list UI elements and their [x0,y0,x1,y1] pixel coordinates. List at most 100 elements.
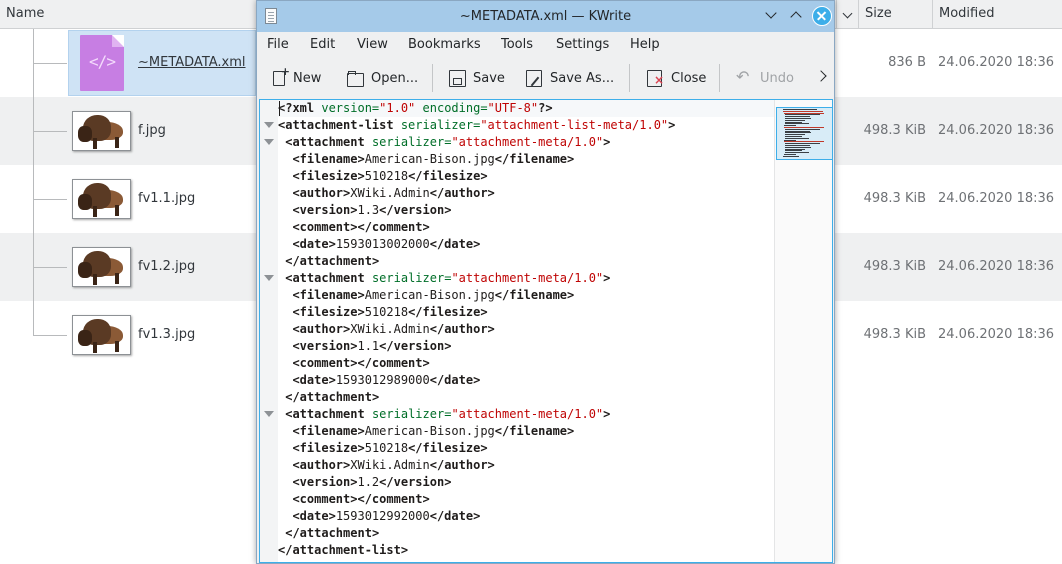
code-line[interactable]: </attachment> [278,253,379,270]
file-size: 498.3 KiB [863,259,926,274]
fold-arrow-icon[interactable] [264,122,274,128]
chevron-down-icon [842,8,853,19]
code-line[interactable]: <filename>American-Bison.jpg</filename> [278,423,574,440]
text-document-icon[interactable] [265,8,277,24]
code-line[interactable]: <filename>American-Bison.jpg</filename> [278,151,574,168]
menu-settings[interactable]: Settings [556,37,609,52]
code-line[interactable]: <attachment serializer="attachment-meta/… [278,134,610,151]
fold-arrow-icon[interactable] [264,411,274,417]
column-header-modified[interactable]: Modified [932,0,1062,28]
file-name[interactable]: fv1.3.jpg [138,327,195,342]
code-line[interactable]: <comment></comment> [278,491,429,508]
toolbar-separator [629,64,630,92]
open-button[interactable]: Open... [347,67,418,89]
bison-thumbnail[interactable] [72,111,131,151]
new-button[interactable]: New [273,65,322,89]
menu-bookmarks[interactable]: Bookmarks [408,37,481,52]
code-line[interactable]: <comment></comment> [278,355,429,372]
tree-line [33,29,34,335]
new-button-label: New [293,70,322,86]
tree-branch [33,131,67,132]
code-line[interactable]: <attachment serializer="attachment-meta/… [278,406,610,423]
close-document-button[interactable]: Close [647,67,706,89]
bison-thumbnail[interactable] [72,315,131,355]
minimize-button[interactable] [763,7,781,25]
menu-view[interactable]: View [357,37,388,52]
toolbar-separator [432,64,433,92]
window-title: ~METADATA.xml — KWrite [459,9,632,24]
main-toolbar: New Open... Save Save As... Close Undo [257,58,834,98]
file-name[interactable]: fv1.1.jpg [138,191,195,206]
code-line[interactable]: <date>1593012992000</date> [278,508,480,525]
code-line[interactable]: <filesize>510218</filesize> [278,168,487,185]
code-line[interactable]: <author>XWiki.Admin</author> [278,185,494,202]
file-modified: 24.06.2020 18:36 [938,191,1055,206]
new-document-icon [273,65,290,86]
save-icon [449,70,466,87]
code-line[interactable]: <comment></comment> [278,219,429,236]
text-editor[interactable]: <?xml version="1.0" encoding="UTF-8"?> <a… [259,99,833,563]
maximize-button[interactable] [788,7,806,25]
minimap-scrollbar[interactable] [774,100,832,562]
code-line[interactable]: <filename>American-Bison.jpg</filename> [278,287,574,304]
code-line[interactable]: </attachment-list> [278,542,408,559]
menu-tools[interactable]: Tools [501,37,533,52]
save-as-button-label: Save As... [550,70,615,86]
file-modified: 24.06.2020 18:36 [938,123,1055,138]
text-cursor [279,101,280,116]
undo-icon [736,67,752,86]
folding-gutter [260,100,278,562]
code-line[interactable]: </attachment> [278,389,379,406]
bison-thumbnail[interactable] [72,247,131,287]
fold-arrow-icon[interactable] [264,139,274,145]
undo-button[interactable]: Undo [736,67,794,89]
undo-button-label: Undo [760,70,794,86]
code-line[interactable]: <version>1.2</version> [278,474,451,491]
code-line[interactable]: <?xml version="1.0" encoding="UTF-8"?> [278,100,775,117]
file-modified: 24.06.2020 18:36 [938,327,1055,342]
code-line[interactable]: <version>1.3</version> [278,202,451,219]
code-line[interactable]: <attachment-list serializer="attachment-… [278,117,675,134]
menu-help[interactable]: Help [630,37,660,52]
code-line[interactable]: <version>1.1</version> [278,338,451,355]
file-name[interactable]: f.jpg [138,123,166,138]
menu-edit[interactable]: Edit [310,37,335,52]
column-header-size[interactable]: Size [858,0,932,28]
title-bar[interactable]: ~METADATA.xml — KWrite [257,1,834,32]
tree-branch [33,199,67,200]
code-line[interactable]: <date>1593012989000</date> [278,372,480,389]
close-button-label: Close [671,70,707,86]
bison-thumbnail[interactable] [72,179,131,219]
file-size: 498.3 KiB [863,191,926,206]
save-button-label: Save [473,70,505,86]
toolbar-overflow-chevron-icon[interactable] [815,70,827,82]
tree-branch [33,335,67,336]
kwrite-window: ~METADATA.xml — KWrite File Edit View Bo… [256,0,835,564]
code-line[interactable]: <filesize>510218</filesize> [278,304,487,321]
save-button[interactable]: Save [449,67,505,89]
xml-file-icon[interactable]: </> [80,35,124,91]
code-line[interactable]: <author>XWiki.Admin</author> [278,321,494,338]
file-name[interactable]: ~METADATA.xml [138,55,246,70]
menu-file[interactable]: File [267,37,289,52]
file-size: 498.3 KiB [863,123,926,138]
file-name[interactable]: fv1.2.jpg [138,259,195,274]
code-line[interactable]: <filesize>510218</filesize> [278,440,487,457]
folder-open-icon [347,70,364,87]
column-header-name[interactable]: Name [0,0,256,28]
code-line[interactable]: <attachment serializer="attachment-meta/… [278,270,610,287]
code-line[interactable]: </attachment> [278,525,379,542]
close-window-button[interactable] [812,6,832,26]
code-line[interactable]: <date>1593013002000</date> [278,236,480,253]
close-document-icon [647,70,664,87]
open-button-label: Open... [371,70,419,86]
save-as-icon [526,70,542,87]
code-line[interactable]: <author>XWiki.Admin</author> [278,457,494,474]
file-modified: 24.06.2020 18:36 [938,55,1055,70]
save-as-button[interactable]: Save As... [526,67,614,89]
fold-arrow-icon[interactable] [264,275,274,281]
column-options-button[interactable] [836,0,858,28]
file-size: 498.3 KiB [863,327,926,342]
menu-bar: File Edit View Bookmarks Tools Settings … [257,32,834,58]
toolbar-separator [719,64,720,92]
